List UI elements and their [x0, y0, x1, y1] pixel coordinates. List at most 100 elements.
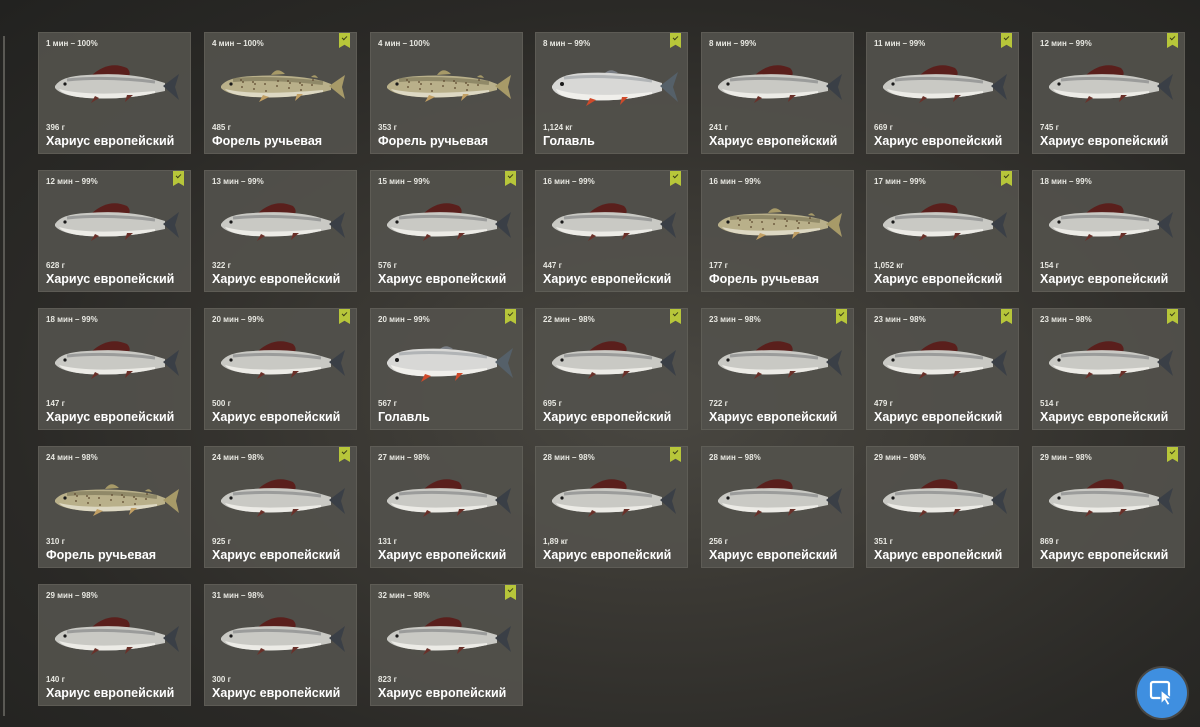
fish-species-name: Голавль	[543, 134, 595, 148]
catch-time-quality: 11 мин – 99%	[874, 39, 926, 48]
fish-species-name: Хариус европейский	[543, 410, 672, 424]
fish-species-name: Хариус европейский	[378, 272, 507, 286]
catch-card[interactable]: 18 мин – 99% 147 г Хариус европейский	[38, 308, 191, 430]
catch-card[interactable]: 16 мин – 99% 177 г Форель ручьевая	[701, 170, 854, 292]
fish-species-name: Хариус европейский	[46, 410, 175, 424]
checkmark-badge-icon	[670, 447, 681, 462]
catch-card[interactable]: 23 мин – 98% 479 г Хариус европейский	[866, 308, 1019, 430]
checkmark-badge-icon	[670, 171, 681, 186]
fish-image	[47, 334, 183, 384]
catch-weight: 447 г	[543, 261, 562, 270]
fish-image	[875, 196, 1011, 246]
catch-card[interactable]: 11 мин – 99% 669 г Хариус европейский	[866, 32, 1019, 154]
fish-image	[710, 472, 846, 522]
fish-species-name: Хариус европейский	[1040, 410, 1169, 424]
grayling-fish-image	[1049, 65, 1173, 103]
fish-image	[710, 196, 846, 246]
catch-card[interactable]: 4 мин – 100% 485 г Форель ручьевая	[204, 32, 357, 154]
grayling-fish-image	[387, 203, 511, 241]
fish-species-name: Форель ручьевая	[46, 548, 157, 562]
catch-card[interactable]: 12 мин – 99% 745 г Хариус европейский	[1032, 32, 1185, 154]
fish-image	[47, 610, 183, 660]
grayling-fish-image	[883, 479, 1007, 517]
catch-card[interactable]: 1 мин – 100% 396 г Хариус европейский	[38, 32, 191, 154]
catch-card[interactable]: 24 мин – 98% 925 г Хариус европейский	[204, 446, 357, 568]
catch-weight: 485 г	[212, 123, 231, 132]
trout-fish-image	[221, 70, 345, 102]
fish-species-name: Хариус европейский	[212, 548, 341, 562]
fish-image	[544, 472, 680, 522]
catch-weight: 1,052 кг	[874, 261, 904, 270]
grayling-fish-image	[552, 203, 676, 241]
catch-weight: 300 г	[212, 675, 231, 684]
catch-weight: 177 г	[709, 261, 728, 270]
grayling-fish-image	[55, 617, 179, 655]
catch-card[interactable]: 16 мин – 99% 447 г Хариус европейский	[535, 170, 688, 292]
grayling-fish-image	[883, 65, 1007, 103]
catch-weight: 310 г	[46, 537, 65, 546]
fish-species-name: Хариус европейский	[212, 272, 341, 286]
catch-card[interactable]: 29 мин – 98% 351 г Хариус европейский	[866, 446, 1019, 568]
grayling-fish-image	[55, 341, 179, 379]
catch-card[interactable]: 12 мин – 99% 628 г Хариус европейский	[38, 170, 191, 292]
grayling-fish-image	[1049, 341, 1173, 379]
catch-card[interactable]: 23 мин – 98% 722 г Хариус европейский	[701, 308, 854, 430]
fish-species-name: Хариус европейский	[1040, 134, 1169, 148]
catch-time-quality: 24 мин – 98%	[46, 453, 98, 462]
catch-weight: 514 г	[1040, 399, 1059, 408]
catch-time-quality: 8 мин – 99%	[543, 39, 591, 48]
catch-card[interactable]: 23 мин – 98% 514 г Хариус европейский	[1032, 308, 1185, 430]
catch-card[interactable]: 28 мин – 98% 1,89 кг Хариус европейский	[535, 446, 688, 568]
catch-time-quality: 28 мин – 98%	[543, 453, 595, 462]
checkmark-badge-icon	[836, 309, 847, 324]
catch-weight: 576 г	[378, 261, 397, 270]
catch-card[interactable]: 18 мин – 99% 154 г Хариус европейский	[1032, 170, 1185, 292]
catch-time-quality: 18 мин – 99%	[46, 315, 98, 324]
catch-time-quality: 23 мин – 98%	[874, 315, 926, 324]
catch-card[interactable]: 24 мин – 98% 310 г Форель ручьевая	[38, 446, 191, 568]
catch-card[interactable]: 29 мин – 98% 140 г Хариус европейский	[38, 584, 191, 706]
catch-card[interactable]: 8 мин – 99% 1,124 кг Голавль	[535, 32, 688, 154]
checkmark-badge-icon	[505, 585, 516, 600]
grayling-fish-image	[55, 65, 179, 103]
catch-card[interactable]: 27 мин – 98% 131 г Хариус европейский	[370, 446, 523, 568]
fish-species-name: Хариус европейский	[874, 410, 1003, 424]
catch-weight: 353 г	[378, 123, 397, 132]
catch-card[interactable]: 22 мин – 98% 695 г Хариус европейский	[535, 308, 688, 430]
catch-card[interactable]: 32 мин – 98% 823 г Хариус европейский	[370, 584, 523, 706]
catch-card[interactable]: 29 мин – 98% 869 г Хариус европейский	[1032, 446, 1185, 568]
fish-image	[875, 58, 1011, 108]
catch-time-quality: 32 мин – 98%	[378, 591, 430, 600]
cursor-mode-button[interactable]	[1137, 668, 1187, 718]
grayling-fish-image	[55, 203, 179, 241]
fish-species-name: Хариус европейский	[709, 134, 838, 148]
checkmark-badge-icon	[1001, 33, 1012, 48]
catch-card[interactable]: 20 мин – 99% 500 г Хариус европейский	[204, 308, 357, 430]
catch-weight: 479 г	[874, 399, 893, 408]
fish-image	[544, 58, 680, 108]
catch-weight: 154 г	[1040, 261, 1059, 270]
grayling-fish-image	[552, 479, 676, 517]
fish-image	[213, 58, 349, 108]
fish-image	[213, 472, 349, 522]
catch-card[interactable]: 15 мин – 99% 576 г Хариус европейский	[370, 170, 523, 292]
fish-image	[213, 610, 349, 660]
checkmark-badge-icon	[173, 171, 184, 186]
catch-weight: 500 г	[212, 399, 231, 408]
catch-card[interactable]: 4 мин – 100% 353 г Форель ручьевая	[370, 32, 523, 154]
catch-time-quality: 1 мин – 100%	[46, 39, 98, 48]
catch-card[interactable]: 31 мин – 98% 300 г Хариус европейский	[204, 584, 357, 706]
catch-card[interactable]: 17 мин – 99% 1,052 кг Хариус европейский	[866, 170, 1019, 292]
checkmark-badge-icon	[1001, 171, 1012, 186]
catch-weight: 628 г	[46, 261, 65, 270]
catch-card[interactable]: 20 мин – 99% 567 г Голавль	[370, 308, 523, 430]
catch-card[interactable]: 8 мин – 99% 241 г Хариус европейский	[701, 32, 854, 154]
catch-time-quality: 4 мин – 100%	[212, 39, 264, 48]
catch-card[interactable]: 28 мин – 98% 256 г Хариус европейский	[701, 446, 854, 568]
catch-card[interactable]: 13 мин – 99% 322 г Хариус европейский	[204, 170, 357, 292]
catch-time-quality: 23 мин – 98%	[1040, 315, 1092, 324]
catch-weight: 147 г	[46, 399, 65, 408]
fish-species-name: Хариус европейский	[212, 686, 341, 700]
grayling-fish-image	[387, 617, 511, 655]
fish-species-name: Хариус европейский	[46, 134, 175, 148]
